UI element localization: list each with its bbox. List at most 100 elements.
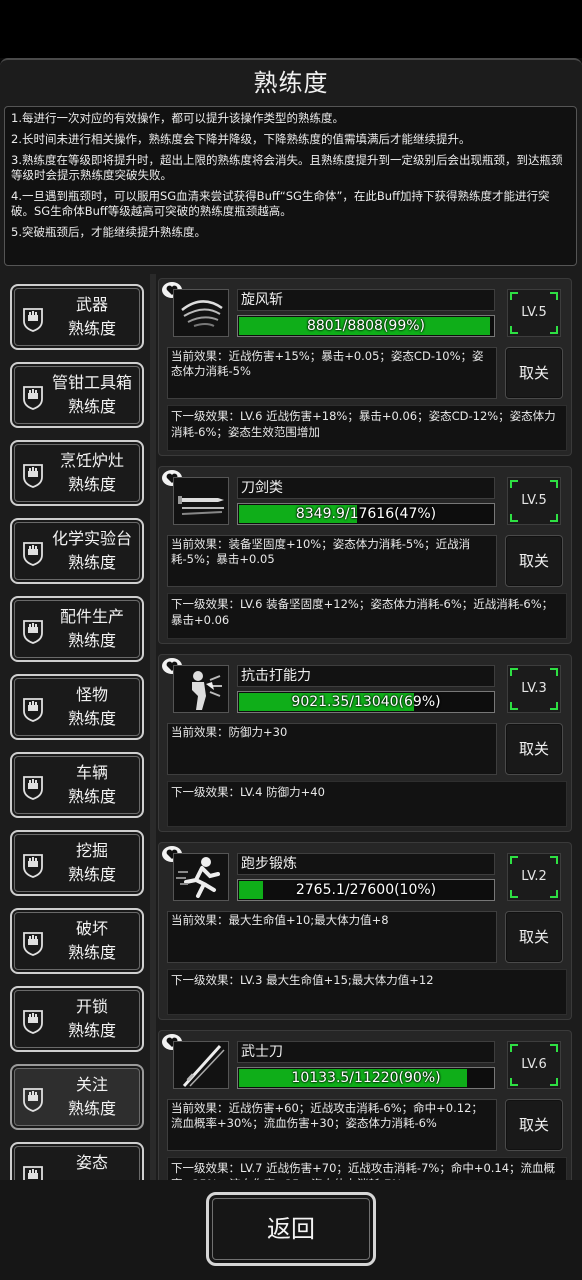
proficiency-badge-icon xyxy=(22,306,44,332)
proficiency-badge-icon xyxy=(22,930,44,956)
rule-4: 4.一旦遇到瓶颈时，可以服用SG血清来尝试获得Buff“SG生命体”，在此Buf… xyxy=(11,189,550,218)
next-level-effect: 下一级效果：LV.7 近战伤害+70；近战攻击消耗-7%；命中+0.14；流血概… xyxy=(167,1157,567,1180)
sidebar-item-sublabel: 熟练度 xyxy=(67,787,116,806)
proficiency-badge-icon xyxy=(22,852,44,878)
proficiency-badge-icon xyxy=(22,1164,44,1180)
sidebar-item-4[interactable]: 配件生产 熟练度 xyxy=(10,596,144,662)
sidebar-item-label: 怪物 xyxy=(75,685,108,704)
level-corner-icon xyxy=(550,292,558,300)
sidebar-item-label: 烹饪炉灶 xyxy=(59,451,124,470)
skill-name: 刀剑类 xyxy=(237,477,495,499)
level-corner-icon xyxy=(510,480,518,488)
level-corner-icon xyxy=(550,480,558,488)
sidebar-item-label: 开锁 xyxy=(75,997,108,1016)
sidebar-item-sublabel: 熟练度 xyxy=(67,397,116,416)
sidebar-item-5[interactable]: 怪物 熟练度 xyxy=(10,674,144,740)
skill-list[interactable]: 旋风斩 8801/8808(99%) LV.5 当前效果：近战伤害+15%；暴击+0.… xyxy=(156,274,578,1180)
sidebar-item-8[interactable]: 破坏 熟练度 xyxy=(10,908,144,974)
sidebar-item-label: 姿态 xyxy=(75,1153,108,1172)
progress-text: 8349.9/17616(47%) xyxy=(295,506,437,522)
skill-card: 跑步锻炼 2765.1/27600(10%) LV.2 当前效果：最大生命值+10;最… xyxy=(158,842,572,1020)
level-corner-icon xyxy=(550,668,558,676)
skill-name: 旋风斩 xyxy=(237,289,495,311)
next-level-effect: 下一级效果：LV.6 近战伤害+18%；暴击+0.06；姿态CD-12%；姿态体… xyxy=(167,405,567,451)
level-corner-icon xyxy=(510,514,518,522)
skill-card: 武士刀 10133.5/11220(90%) LV.6 当前效果：近战伤害+60；近战… xyxy=(158,1030,572,1180)
level-corner-icon xyxy=(510,1078,518,1086)
sidebar-item-sublabel: 熟练度 xyxy=(67,865,116,884)
sidebar-item-sublabel: 熟练度 xyxy=(67,1021,116,1040)
sidebar-item-label: 管钳工具箱 xyxy=(51,373,132,392)
whirlwind-slash-icon xyxy=(173,289,229,337)
unfollow-button[interactable]: 取关 xyxy=(505,911,563,963)
next-level-effect: 下一级效果：LV.4 防御力+40 xyxy=(167,781,567,827)
proficiency-badge-icon xyxy=(22,618,44,644)
level-corner-icon xyxy=(510,702,518,710)
level-corner-icon xyxy=(550,890,558,898)
skill-name: 跑步锻炼 xyxy=(237,853,495,875)
rule-3: 3.熟练度在等级即将提升时，超出上限的熟练度将会消失。且熟练度提升到一定级别后会… xyxy=(11,153,563,182)
level-badge: LV.6 xyxy=(507,1041,561,1089)
hit-resistance-icon xyxy=(173,665,229,713)
proficiency-badge-icon xyxy=(22,1086,44,1112)
level-corner-icon xyxy=(550,1044,558,1052)
skill-name: 武士刀 xyxy=(237,1041,495,1063)
katana-icon xyxy=(173,1041,229,1089)
progress-text: 8801/8808(99%) xyxy=(306,318,425,334)
level-text: LV.2 xyxy=(521,869,547,884)
progress-bar: 10133.5/11220(90%) xyxy=(237,1067,495,1089)
sidebar-item-3[interactable]: 化学实验台 熟练度 xyxy=(10,518,144,584)
level-badge: LV.5 xyxy=(507,289,561,337)
sidebar-item-sublabel: 熟练度 xyxy=(67,1099,116,1118)
sidebar-item-sublabel: 熟练度 xyxy=(67,319,116,338)
status-bar-area xyxy=(0,0,582,58)
sidebar-item-9[interactable]: 开锁 熟练度 xyxy=(10,986,144,1052)
level-corner-icon xyxy=(550,856,558,864)
sidebar-item-sublabel: 熟练度 xyxy=(67,943,116,962)
sidebar-item-10[interactable]: 关注 熟练度 xyxy=(10,1064,144,1130)
next-level-effect: 下一级效果：LV.3 最大生命值+15;最大体力值+12 xyxy=(167,969,567,1015)
progress-text: 9021.35/13040(69%) xyxy=(291,694,441,710)
sidebar-item-sublabel: 熟练度 xyxy=(67,709,116,728)
proficiency-badge-icon xyxy=(22,462,44,488)
sidebar-item-label: 破坏 xyxy=(75,919,108,938)
level-corner-icon xyxy=(510,292,518,300)
sidebar-item-1[interactable]: 管钳工具箱 熟练度 xyxy=(10,362,144,428)
skill-card: 抗击打能力 9021.35/13040(69%) LV.3 当前效果：防御力+30 取关… xyxy=(158,654,572,832)
sidebar-item-11[interactable]: 姿态 xyxy=(10,1142,144,1180)
sidebar-item-sublabel: 熟练度 xyxy=(67,475,116,494)
skill-card: 旋风斩 8801/8808(99%) LV.5 当前效果：近战伤害+15%；暴击+0.… xyxy=(158,278,572,456)
unfollow-button[interactable]: 取关 xyxy=(505,1099,563,1151)
progress-text: 10133.5/11220(90%) xyxy=(291,1070,441,1086)
level-corner-icon xyxy=(510,856,518,864)
proficiency-badge-icon xyxy=(22,696,44,722)
unfollow-button[interactable]: 取关 xyxy=(505,723,563,775)
progress-bar: 8801/8808(99%) xyxy=(237,315,495,337)
progress-bar: 9021.35/13040(69%) xyxy=(237,691,495,713)
proficiency-badge-icon xyxy=(22,774,44,800)
running-icon xyxy=(173,853,229,901)
proficiency-badge-icon xyxy=(22,384,44,410)
unfollow-button[interactable]: 取关 xyxy=(505,347,563,399)
sidebar-item-7[interactable]: 挖掘 熟练度 xyxy=(10,830,144,896)
level-corner-icon xyxy=(510,890,518,898)
sidebar-item-label: 配件生产 xyxy=(59,607,124,626)
current-effect: 当前效果：近战伤害+60；近战攻击消耗-6%；命中+0.12；流血概率+30%；… xyxy=(167,1099,497,1151)
sidebar-item-6[interactable]: 车辆 熟练度 xyxy=(10,752,144,818)
category-sidebar[interactable]: 武器 熟练度 管钳工具箱 熟练度 烹饪炉灶 熟练度 化学实验台 熟练度 配件生产 熟练度 怪物 熟练度… xyxy=(4,274,150,1180)
sidebar-item-2[interactable]: 烹饪炉灶 熟练度 xyxy=(10,440,144,506)
sidebar-item-sublabel: 熟练度 xyxy=(67,553,116,572)
rules-box: 1.每进行一次对应的有效操作，都可以提升该操作类型的熟练度。 2.长时间未进行相… xyxy=(4,106,577,266)
level-badge: LV.2 xyxy=(507,853,561,901)
current-effect: 当前效果：最大生命值+10;最大体力值+8 xyxy=(167,911,497,963)
back-button[interactable]: 返回 xyxy=(206,1192,376,1266)
unfollow-button[interactable]: 取关 xyxy=(505,535,563,587)
sword-icon xyxy=(173,477,229,525)
rule-1: 1.每进行一次对应的有效操作，都可以提升该操作类型的熟练度。 xyxy=(11,111,344,125)
sidebar-item-0[interactable]: 武器 熟练度 xyxy=(10,284,144,350)
sidebar-item-label: 化学实验台 xyxy=(51,529,132,548)
current-effect: 当前效果：防御力+30 xyxy=(167,723,497,775)
level-corner-icon xyxy=(550,702,558,710)
sidebar-item-sublabel: 熟练度 xyxy=(67,631,116,650)
sidebar-item-label: 武器 xyxy=(75,295,108,314)
